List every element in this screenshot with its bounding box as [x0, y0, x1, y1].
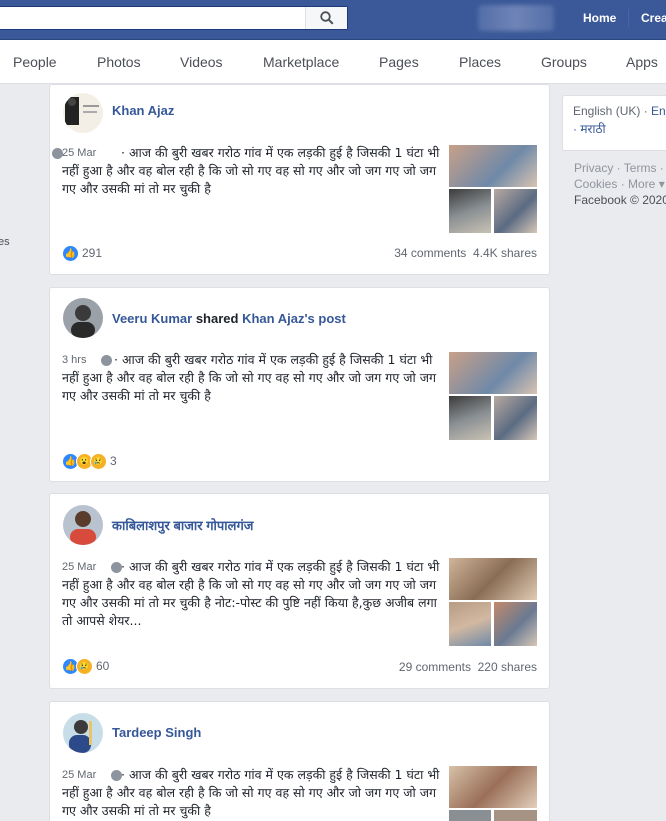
- avatar[interactable]: [63, 713, 103, 753]
- post-author[interactable]: Veeru Kumar: [112, 311, 192, 326]
- post-stats: 29 comments 220 shares: [399, 660, 537, 674]
- post-card: Veeru Kumar shared Khan Ajaz's post 3 hr…: [49, 287, 550, 482]
- reactions-summary[interactable]: 👍 😢 60: [62, 657, 109, 675]
- avatar[interactable]: [63, 298, 103, 338]
- like-reaction-icon: 👍: [62, 244, 79, 262]
- search-button[interactable]: [305, 7, 347, 29]
- tab-marketplace[interactable]: Marketplace: [263, 54, 339, 70]
- post-text: · आज की बुरी खबर गरोठ गांव में एक लड़की …: [62, 559, 440, 628]
- tab-videos[interactable]: Videos: [180, 54, 223, 70]
- reaction-count: 3: [110, 454, 117, 468]
- avatar[interactable]: [63, 505, 103, 545]
- tab-groups[interactable]: Groups: [541, 54, 587, 70]
- post-stats: 34 comments 4.4K shares: [394, 246, 537, 260]
- reaction-count: 291: [82, 246, 103, 260]
- tab-photos[interactable]: Photos: [97, 54, 141, 70]
- photo-thumbnail[interactable]: [448, 188, 492, 234]
- globe-icon: [52, 148, 63, 159]
- post-text: · आज की बुरी खबर गरोठ गांव में एक लड़की …: [62, 767, 440, 818]
- post-author[interactable]: काबिलाशपुर बाजार गोपालगंज: [112, 516, 253, 534]
- home-link[interactable]: Home: [583, 11, 616, 25]
- tab-apps[interactable]: Apps: [626, 54, 658, 70]
- comments-count[interactable]: 29 comments: [399, 660, 471, 674]
- post-author[interactable]: Khan Ajaz: [112, 103, 174, 118]
- post-text: · आज की बुरी खबर गरोठ गांव में एक लड़की …: [52, 144, 440, 198]
- shared-post-link[interactable]: Khan Ajaz's post: [242, 311, 346, 326]
- post-author[interactable]: Tardeep Singh: [112, 725, 201, 740]
- photo-thumbnail[interactable]: [493, 809, 538, 821]
- globe-icon: [111, 770, 122, 781]
- avatar[interactable]: [63, 93, 103, 133]
- profile-link-blurred[interactable]: [478, 5, 554, 31]
- search-input[interactable]: [0, 6, 348, 30]
- post-card: काबिलाशपुर बाजार गोपालगंज 25 Mar · आज की…: [49, 493, 550, 689]
- post-text: · आज की बुरी खबर गरोठ गांव में एक लड़की …: [62, 352, 437, 403]
- create-link[interactable]: Crea: [641, 11, 666, 25]
- photo-thumbnail[interactable]: [448, 395, 492, 441]
- photo-thumbnail[interactable]: [493, 395, 538, 441]
- footer-links-row2[interactable]: Cookies · More ▾: [574, 176, 666, 192]
- sad-reaction-icon: 😢: [90, 452, 107, 470]
- photo-thumbnail[interactable]: [493, 601, 538, 647]
- shared-text: shared: [195, 311, 239, 326]
- comments-count[interactable]: 34 comments: [394, 246, 466, 260]
- search-icon: [319, 11, 334, 25]
- photo-thumbnail[interactable]: [493, 188, 538, 234]
- language-link[interactable]: En: [651, 104, 666, 118]
- reaction-count: 60: [96, 659, 110, 673]
- reactions-summary[interactable]: 👍 😮 😢 3: [62, 452, 117, 470]
- current-language: English (UK) ·: [573, 104, 652, 118]
- photo-thumbnail[interactable]: [448, 765, 538, 809]
- left-sidebar-cut-text: es: [0, 236, 10, 248]
- reactions-summary[interactable]: 👍 291: [62, 244, 102, 262]
- search-filter-tabs: People Photos Videos Marketplace Pages P…: [0, 40, 666, 84]
- tab-people[interactable]: People: [13, 54, 57, 70]
- nav-divider: [628, 9, 629, 27]
- tab-places[interactable]: Places: [459, 54, 501, 70]
- language-link-marathi[interactable]: · मराठी: [573, 120, 661, 137]
- photo-thumbnail[interactable]: [448, 557, 538, 601]
- shares-count[interactable]: 4.4K shares: [473, 246, 537, 260]
- globe-icon: [101, 355, 112, 366]
- photo-thumbnail[interactable]: [448, 601, 492, 647]
- post-author-line: Veeru Kumar shared Khan Ajaz's post: [112, 311, 346, 326]
- photo-thumbnail[interactable]: [448, 144, 538, 188]
- language-selector: English (UK) · En · मराठी: [562, 95, 666, 151]
- footer-links-row1[interactable]: Privacy · Terms ·: [574, 160, 666, 176]
- post-card: Tardeep Singh 25 Mar · आज की बुरी खबर गर…: [49, 701, 550, 821]
- footer-links: Privacy · Terms · Cookies · More ▾ Faceb…: [574, 160, 666, 208]
- photo-thumbnail[interactable]: [448, 809, 492, 821]
- sad-reaction-icon: 😢: [76, 657, 93, 675]
- shares-count[interactable]: 220 shares: [478, 660, 537, 674]
- photo-thumbnail[interactable]: [448, 351, 538, 395]
- copyright-text: Facebook © 2020: [574, 193, 666, 207]
- post-card: Khan Ajaz 25 Mar · आज की बुरी खबर गरोठ ग…: [49, 84, 550, 275]
- globe-icon: [111, 562, 122, 573]
- tab-pages[interactable]: Pages: [379, 54, 419, 70]
- top-navigation-bar: Home Crea: [0, 0, 666, 40]
